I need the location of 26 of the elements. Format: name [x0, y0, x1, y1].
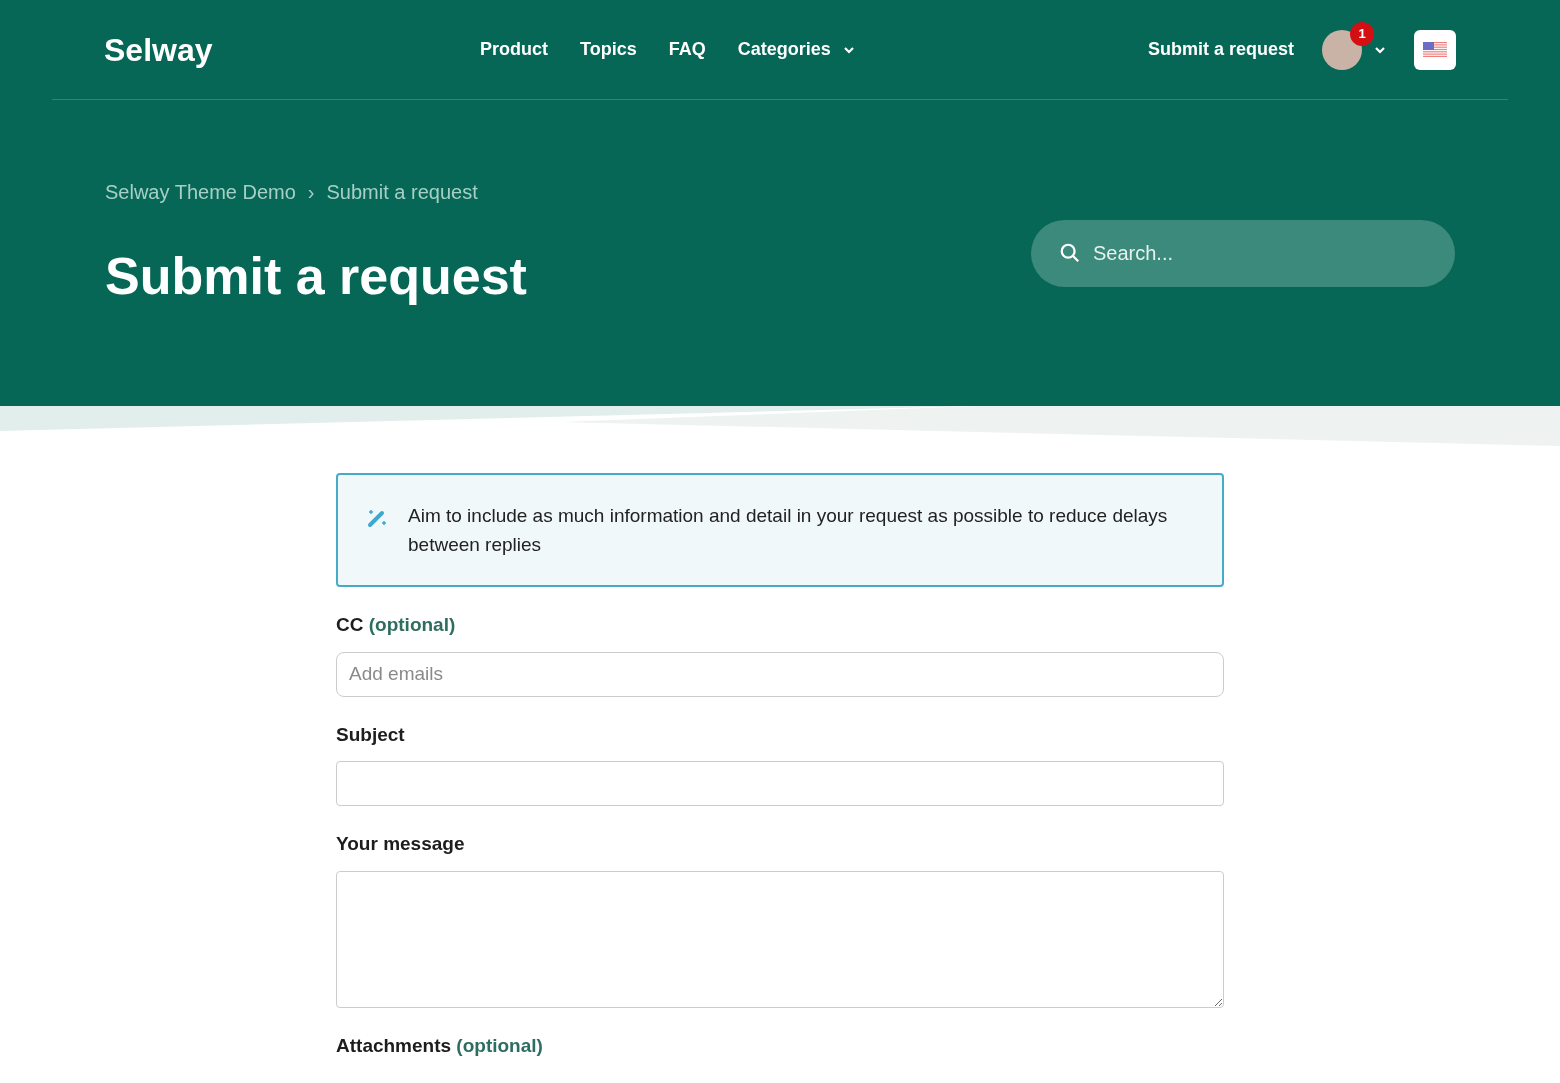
- field-label: Attachments (optional): [336, 1033, 544, 1058]
- breadcrumb-link[interactable]: Submit a request: [326, 177, 478, 207]
- search-field[interactable]: Search...: [1031, 220, 1455, 287]
- nav-dropdown[interactable]: Categories: [737, 36, 855, 63]
- nav-link[interactable]: Product: [480, 36, 548, 63]
- chevron-down-icon: [842, 45, 855, 54]
- notice-text: Aim to include as much information and detail in your request as possible to reduce delays between replies: [408, 504, 1169, 557]
- input-field[interactable]: Add emails: [336, 651, 1224, 697]
- notification-badge: 1: [1350, 21, 1374, 46]
- field-label: Your message: [336, 832, 466, 856]
- field-label: Subject: [336, 722, 406, 747]
- nav-link[interactable]: Topics: [580, 36, 637, 63]
- logo[interactable]: Selway: [104, 25, 480, 74]
- message-field[interactable]: [336, 870, 1224, 1008]
- search-icon: [1059, 242, 1081, 264]
- breadcrumb-separator: ›: [307, 180, 315, 205]
- submit-request-link[interactable]: Submit a request: [1147, 36, 1294, 63]
- chevron-down-icon[interactable]: [1374, 45, 1386, 54]
- breadcrumb-link[interactable]: Selway Theme Demo: [105, 177, 296, 207]
- field-label: CC (optional): [336, 613, 457, 637]
- input-field[interactable]: [336, 761, 1224, 806]
- language-button[interactable]: [1414, 29, 1456, 70]
- page-title: Submit a request: [105, 246, 527, 307]
- magic-wand-icon: [366, 507, 388, 529]
- flag-icon: [1423, 41, 1447, 58]
- nav-link[interactable]: FAQ: [668, 36, 706, 63]
